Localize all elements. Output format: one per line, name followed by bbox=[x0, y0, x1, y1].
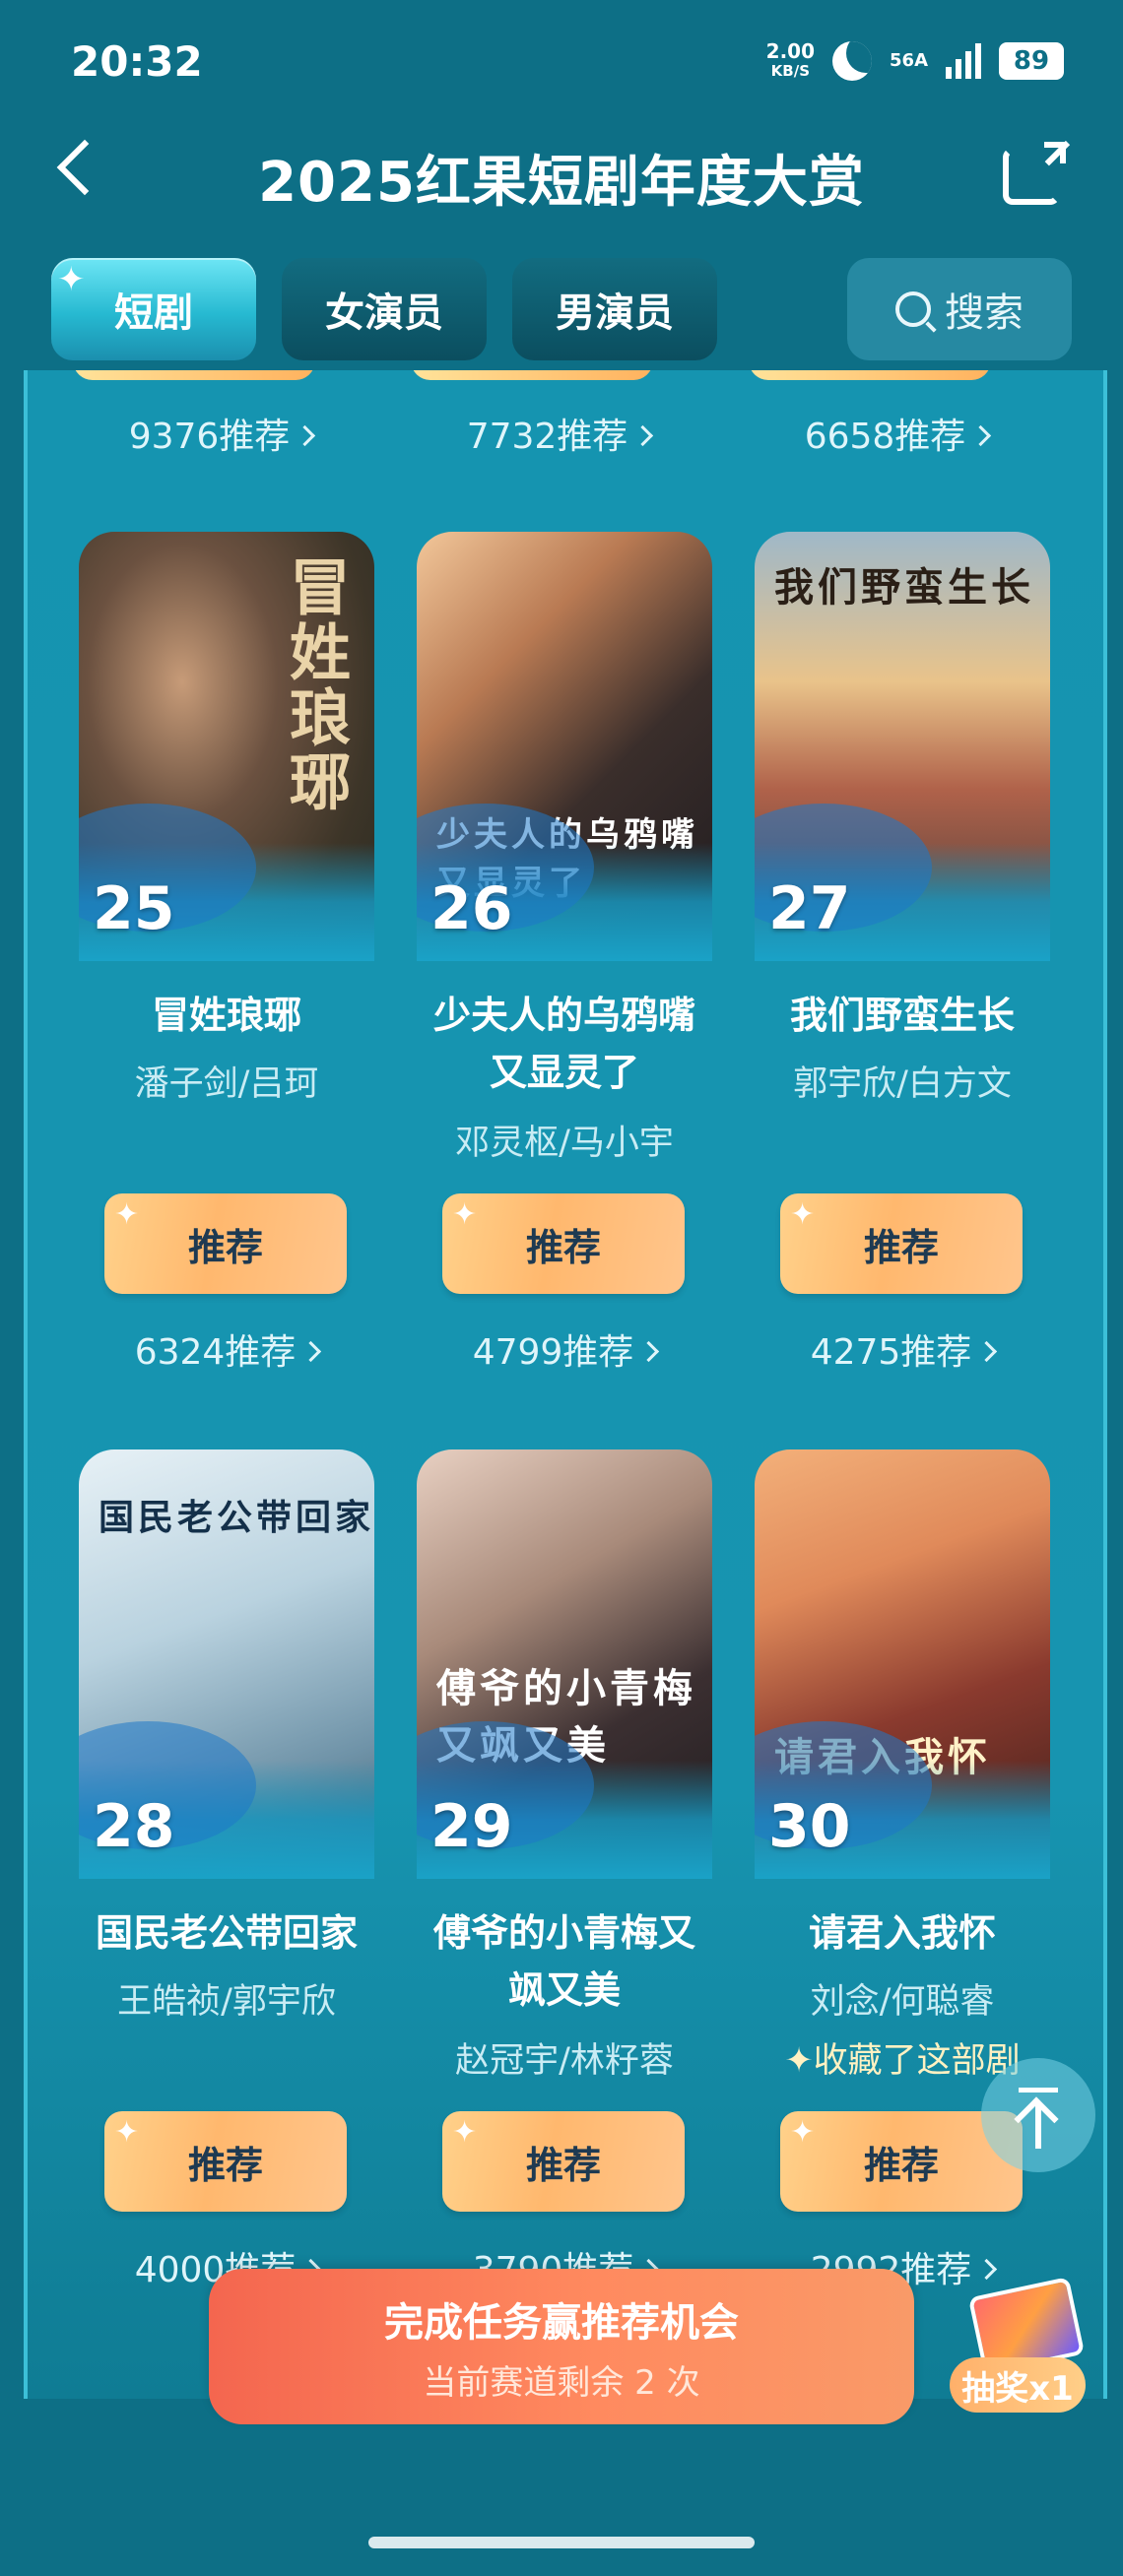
sparkle-icon: ✦ bbox=[114, 1197, 140, 1232]
tab-short-drama[interactable]: ✦ 短剧 bbox=[51, 258, 256, 360]
drama-poster[interactable]: 少夫人的乌鸦嘴又显灵了 26 bbox=[417, 532, 712, 961]
task-title: 完成任务赢推荐机会 bbox=[384, 2300, 739, 2346]
drama-poster[interactable]: 冒姓琅琊 25 bbox=[79, 532, 374, 961]
share-icon[interactable] bbox=[1003, 142, 1066, 205]
sparkle-icon: ✦ bbox=[790, 2115, 816, 2150]
rank-number: 25 bbox=[93, 874, 175, 943]
recommend-count[interactable]: 6658推荐 bbox=[749, 408, 1044, 459]
drama-cast: 赵冠宇/林籽蓉 bbox=[455, 2041, 674, 2081]
sparkle-icon: ✦ bbox=[790, 1197, 816, 1232]
recommend-count[interactable]: 6324推荐 bbox=[79, 1323, 374, 1375]
chevron-right-icon bbox=[976, 1340, 998, 1362]
drama-name: 我们野蛮生长 bbox=[789, 994, 1015, 1037]
chevron-right-icon bbox=[632, 424, 654, 446]
home-indicator[interactable] bbox=[368, 2537, 755, 2548]
search-label: 搜索 bbox=[945, 290, 1024, 336]
sparkle-icon: ✦ bbox=[57, 260, 86, 299]
chevron-right-icon bbox=[970, 424, 992, 446]
sparkle-icon: ✦ bbox=[114, 2115, 140, 2150]
drama-cast: 刘念/何聪睿 bbox=[810, 1982, 995, 2022]
recommend-button-partial[interactable] bbox=[73, 370, 315, 380]
sparkle-icon: ✦ bbox=[452, 1197, 478, 1232]
status-bar: 20:32 2.00 KB/S 56A 89 bbox=[0, 0, 1123, 128]
drama-poster[interactable]: 请君入我怀 30 bbox=[755, 1449, 1050, 1879]
drama-card[interactable]: 国民老公带回家 28 国民老公带回家 王皓祯/郭宇欣 ✦ 推荐 bbox=[79, 1449, 374, 2237]
recommend-button[interactable]: ✦ 推荐 bbox=[104, 2111, 347, 2212]
tab-label: 女演员 bbox=[325, 290, 443, 336]
arrow-up-icon bbox=[1019, 2088, 1058, 2093]
tab-label: 短剧 bbox=[114, 290, 193, 336]
sparkle-icon: ✦ bbox=[784, 2041, 814, 2081]
search-button[interactable]: 搜索 bbox=[847, 258, 1072, 360]
recommend-button[interactable]: ✦ 推荐 bbox=[104, 1193, 347, 1294]
recommend-count[interactable]: 7732推荐 bbox=[411, 408, 706, 459]
recommend-button[interactable]: ✦ 推荐 bbox=[442, 2111, 685, 2212]
chevron-right-icon bbox=[976, 2258, 998, 2280]
tab-label: 男演员 bbox=[556, 290, 674, 336]
drama-name: 国民老公带回家 bbox=[95, 1911, 358, 1955]
poster-title-art: 国民老公带回家 bbox=[99, 1497, 374, 1538]
chevron-right-icon bbox=[638, 1340, 660, 1362]
battery-icon: 89 bbox=[999, 42, 1064, 80]
ranking-list[interactable]: 9376推荐 7732推荐 6658推荐 冒姓琅琊 25 冒姓琅琊 潘子剑/吕珂… bbox=[24, 370, 1107, 2399]
recommend-count[interactable]: 4275推荐 bbox=[755, 1323, 1050, 1375]
do-not-disturb-icon bbox=[832, 41, 873, 81]
recommend-count[interactable]: 9376推荐 bbox=[73, 408, 368, 459]
drama-poster[interactable]: 我们野蛮生长 27 bbox=[755, 532, 1050, 961]
recommend-button-partial[interactable] bbox=[749, 370, 991, 380]
status-icons: 2.00 KB/S 56A 89 bbox=[766, 35, 1064, 87]
page-title: 2025红果短剧年度大赏 bbox=[258, 151, 865, 215]
recommend-button-partial[interactable] bbox=[411, 370, 653, 380]
tab-actor[interactable]: 男演员 bbox=[512, 258, 717, 360]
drama-cast: 王皓祯/郭宇欣 bbox=[117, 1982, 336, 2022]
lottery-button[interactable]: 抽奖x1 bbox=[950, 2277, 1088, 2420]
tab-actress[interactable]: 女演员 bbox=[282, 258, 487, 360]
network-speed-unit: KB/S bbox=[770, 62, 810, 80]
recommend-count[interactable]: 4799推荐 bbox=[417, 1323, 712, 1375]
drama-cast: 邓灵枢/马小宇 bbox=[455, 1124, 674, 1163]
network-speed-value: 2.00 bbox=[765, 39, 816, 63]
status-time: 20:32 bbox=[71, 37, 203, 86]
poster-title-art: 冒姓琅琊 bbox=[279, 555, 351, 815]
chevron-right-icon bbox=[295, 424, 316, 446]
drama-name: 冒姓琅琊 bbox=[151, 994, 301, 1037]
drama-cast: 潘子剑/吕珂 bbox=[134, 1064, 319, 1104]
rank-number: 26 bbox=[430, 874, 513, 943]
scroll-to-top-button[interactable] bbox=[981, 2058, 1095, 2172]
drama-cast: 郭宇欣/白方文 bbox=[793, 1064, 1012, 1104]
drama-card[interactable]: 我们野蛮生长 27 我们野蛮生长 郭宇欣/白方文 ✦ 推荐 bbox=[755, 532, 1050, 1320]
rank-number: 28 bbox=[93, 1792, 175, 1861]
drama-name: 傅爷的小青梅又飒又美 bbox=[432, 1911, 695, 2012]
drama-card[interactable]: 冒姓琅琊 25 冒姓琅琊 潘子剑/吕珂 ✦ 推荐 bbox=[79, 532, 374, 1320]
rank-number: 27 bbox=[768, 874, 851, 943]
recommend-button[interactable]: ✦ 推荐 bbox=[780, 1193, 1023, 1294]
poster-title-art: 我们野蛮生长 bbox=[774, 564, 1034, 611]
drama-card[interactable]: 傅爷的小青梅又飒又美 29 傅爷的小青梅又飒又美 赵冠宇/林籽蓉 ✦ 推荐 bbox=[417, 1449, 712, 2237]
drama-name: 少夫人的乌鸦嘴又显灵了 bbox=[432, 994, 695, 1094]
drama-poster[interactable]: 傅爷的小青梅又飒又美 29 bbox=[417, 1449, 712, 1879]
task-banner[interactable]: 完成任务赢推荐机会 当前赛道剩余 2 次 bbox=[209, 2269, 914, 2424]
recommend-button[interactable]: ✦ 推荐 bbox=[442, 1193, 685, 1294]
network-speed: 2.00 KB/S bbox=[766, 41, 815, 81]
drama-name: 请君入我怀 bbox=[808, 1911, 996, 1955]
drama-card[interactable]: 少夫人的乌鸦嘴又显灵了 26 少夫人的乌鸦嘴又显灵了 邓灵枢/马小宇 ✦ 推荐 bbox=[417, 532, 712, 1320]
chevron-right-icon bbox=[300, 1340, 322, 1362]
drama-poster[interactable]: 国民老公带回家 28 bbox=[79, 1449, 374, 1879]
rank-number: 30 bbox=[768, 1792, 851, 1861]
rank-number: 29 bbox=[430, 1792, 513, 1861]
signal-icon bbox=[946, 43, 981, 79]
task-subtitle: 当前赛道剩余 2 次 bbox=[423, 2363, 700, 2403]
lottery-label: 抽奖x1 bbox=[950, 2357, 1086, 2413]
network-type: 56A bbox=[890, 50, 928, 71]
search-icon bbox=[895, 291, 931, 327]
sparkle-icon: ✦ bbox=[452, 2115, 478, 2150]
